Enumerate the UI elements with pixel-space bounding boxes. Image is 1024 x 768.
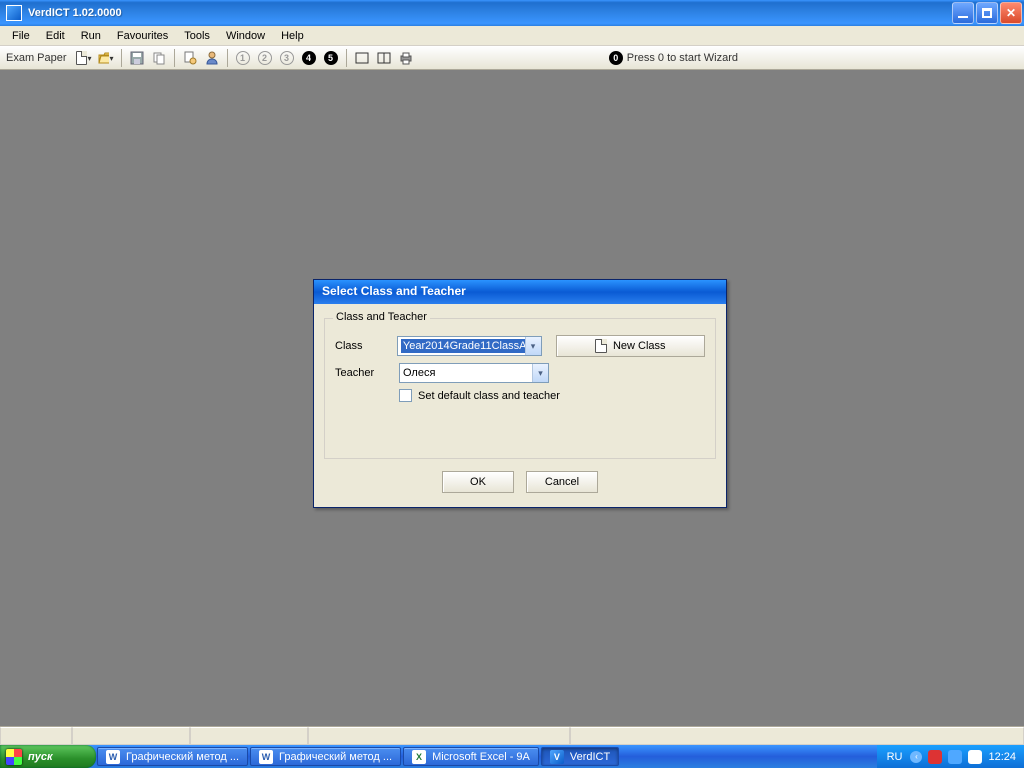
- taskbar-item-word-1[interactable]: W Графический метод ...: [97, 747, 248, 766]
- select-class-dialog: Select Class and Teacher Class and Teach…: [313, 279, 727, 508]
- menu-run[interactable]: Run: [73, 28, 109, 44]
- tray-expand-icon[interactable]: ‹: [910, 751, 922, 763]
- tray-icon-3[interactable]: [968, 750, 982, 764]
- menubar: File Edit Run Favourites Tools Window He…: [0, 26, 1024, 46]
- cancel-button[interactable]: Cancel: [526, 471, 598, 493]
- class-combobox[interactable]: Year2014Grade11ClassA: [397, 336, 542, 356]
- app-icon: [6, 5, 22, 21]
- chevron-down-icon[interactable]: [525, 337, 541, 355]
- teacher-label: Teacher: [335, 367, 393, 379]
- statusbar: [0, 726, 1024, 745]
- task-label: VerdICT: [570, 751, 610, 763]
- menu-edit[interactable]: Edit: [38, 28, 73, 44]
- toolbar-label: Exam Paper: [6, 52, 67, 64]
- window-maximize-button[interactable]: [976, 2, 998, 24]
- menu-favourites[interactable]: Favourites: [109, 28, 176, 44]
- printer-icon: [399, 51, 413, 65]
- class-value: Year2014Grade11ClassA: [401, 339, 529, 353]
- toolbar: Exam Paper 1 2 3 4 5 0 Press 0 to start …: [0, 46, 1024, 70]
- language-indicator[interactable]: RU: [885, 751, 905, 763]
- class-label: Class: [335, 340, 391, 352]
- ok-button[interactable]: OK: [442, 471, 514, 493]
- windows-flag-icon: [6, 749, 22, 765]
- step-4-button[interactable]: 4: [300, 49, 318, 67]
- folder-open-icon: [98, 51, 109, 65]
- step-5-button[interactable]: 5: [322, 49, 340, 67]
- copy-button[interactable]: [150, 49, 168, 67]
- step-3-icon: 3: [280, 51, 294, 65]
- window-title: VerdICT 1.02.0000: [26, 7, 950, 19]
- taskbar-item-excel[interactable]: X Microsoft Excel - 9A: [403, 747, 539, 766]
- step-1-icon: 1: [236, 51, 250, 65]
- start-button[interactable]: пуск: [0, 745, 96, 768]
- menu-window[interactable]: Window: [218, 28, 273, 44]
- teacher-value: Олеся: [403, 367, 435, 379]
- step-2-icon: 2: [258, 51, 272, 65]
- groupbox-legend: Class and Teacher: [333, 311, 430, 323]
- layout-single-button[interactable]: [353, 49, 371, 67]
- teacher-combobox[interactable]: Олеся: [399, 363, 549, 383]
- print-button[interactable]: [397, 49, 415, 67]
- dialog-title: Select Class and Teacher: [314, 280, 726, 304]
- step-1-button[interactable]: 1: [234, 49, 252, 67]
- chevron-down-icon[interactable]: [532, 364, 548, 382]
- open-button[interactable]: [97, 49, 115, 67]
- tray-icon-antivirus[interactable]: [928, 750, 942, 764]
- taskbar-item-word-2[interactable]: W Графический метод ...: [250, 747, 401, 766]
- default-checkbox-label: Set default class and teacher: [418, 390, 560, 402]
- pane-single-icon: [355, 52, 369, 64]
- layout-split-button[interactable]: [375, 49, 393, 67]
- task-label: Графический метод ...: [279, 751, 392, 763]
- class-teacher-groupbox: Class and Teacher Class Year2014Grade11C…: [324, 318, 716, 459]
- menu-tools[interactable]: Tools: [176, 28, 218, 44]
- wizard-zero-icon: 0: [609, 51, 623, 65]
- copy-icon: [152, 51, 166, 65]
- properties-button[interactable]: [181, 49, 199, 67]
- document-icon: [76, 51, 87, 65]
- task-label: Microsoft Excel - 9A: [432, 751, 530, 763]
- users-button[interactable]: [203, 49, 221, 67]
- floppy-icon: [130, 51, 144, 65]
- save-button[interactable]: [128, 49, 146, 67]
- taskbar: пуск W Графический метод ... W Графическ…: [0, 745, 1024, 768]
- clock[interactable]: 12:24: [988, 751, 1016, 763]
- document-icon: [595, 339, 607, 353]
- menu-help[interactable]: Help: [273, 28, 312, 44]
- hand-doc-icon: [183, 51, 197, 65]
- new-class-button[interactable]: New Class: [556, 335, 705, 357]
- window-minimize-button[interactable]: [952, 2, 974, 24]
- task-label: Графический метод ...: [126, 751, 239, 763]
- wizard-hint: 0 Press 0 to start Wizard: [609, 51, 738, 65]
- pane-split-icon: [377, 52, 391, 64]
- new-class-label: New Class: [613, 340, 666, 352]
- tray-icon-2[interactable]: [948, 750, 962, 764]
- taskbar-item-verdict[interactable]: V VerdICT: [541, 747, 619, 766]
- system-tray: RU ‹ 12:24: [877, 745, 1024, 768]
- wizard-hint-text: Press 0 to start Wizard: [627, 52, 738, 64]
- window-close-button[interactable]: [1000, 2, 1022, 24]
- start-label: пуск: [28, 751, 53, 763]
- word-icon: W: [259, 750, 273, 764]
- default-checkbox-row: Set default class and teacher: [399, 389, 705, 402]
- step-4-icon: 4: [302, 51, 316, 65]
- new-document-button[interactable]: [75, 49, 93, 67]
- menu-file[interactable]: File: [4, 28, 38, 44]
- default-checkbox[interactable]: [399, 389, 412, 402]
- step-2-button[interactable]: 2: [256, 49, 274, 67]
- step-5-icon: 5: [324, 51, 338, 65]
- verdict-icon: V: [550, 750, 564, 764]
- person-icon: [205, 51, 219, 65]
- step-3-button[interactable]: 3: [278, 49, 296, 67]
- excel-icon: X: [412, 750, 426, 764]
- word-icon: W: [106, 750, 120, 764]
- window-titlebar: VerdICT 1.02.0000: [0, 0, 1024, 26]
